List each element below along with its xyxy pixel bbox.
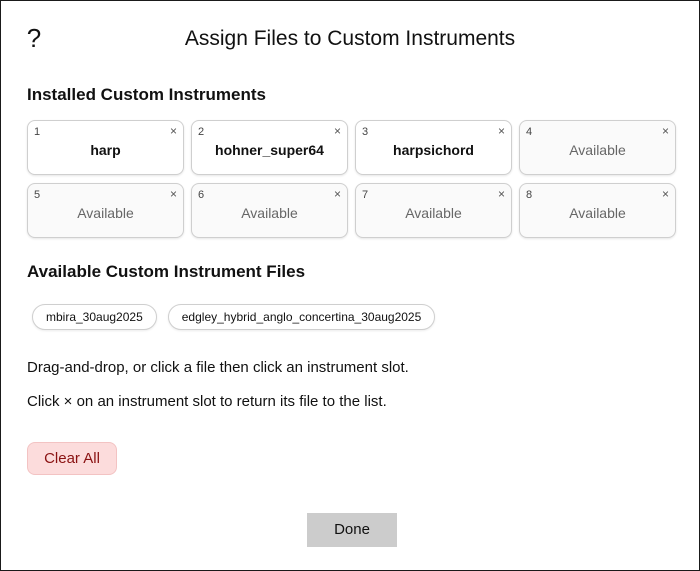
done-button[interactable]: Done [307, 513, 397, 547]
slot-close-icon[interactable]: × [662, 188, 669, 201]
instrument-slot-4[interactable]: 4 × Available [519, 120, 676, 175]
file-chip-concertina[interactable]: edgley_hybrid_anglo_concertina_30aug2025 [167, 304, 436, 330]
slot-number: 8 [526, 189, 533, 201]
instruction-drag-drop: Drag-and-drop, or click a file then clic… [27, 359, 409, 376]
file-chip-mbira[interactable]: mbira_30aug2025 [32, 304, 157, 330]
slot-label: harp [90, 142, 121, 158]
instrument-slots-grid: 1 × harp 2 × hohner_super64 3 × harpsich… [27, 120, 677, 238]
instrument-slot-7[interactable]: 7 × Available [355, 183, 512, 238]
slot-label: Available [241, 205, 298, 221]
instrument-slot-3[interactable]: 3 × harpsichord [355, 120, 512, 175]
slot-number: 3 [362, 126, 369, 138]
slot-number: 5 [34, 189, 41, 201]
slot-label: hohner_super64 [215, 142, 324, 158]
instrument-slot-5[interactable]: 5 × Available [27, 183, 184, 238]
assign-files-dialog: ? Assign Files to Custom Instruments Ins… [0, 0, 700, 571]
slot-number: 7 [362, 189, 369, 201]
slot-close-icon[interactable]: × [170, 188, 177, 201]
slot-label: Available [569, 205, 626, 221]
instrument-slot-6[interactable]: 6 × Available [191, 183, 348, 238]
slot-close-icon[interactable]: × [498, 125, 505, 138]
installed-instruments-heading: Installed Custom Instruments [27, 85, 266, 104]
dialog-title: Assign Files to Custom Instruments [184, 27, 516, 50]
slot-number: 6 [198, 189, 205, 201]
slot-label: Available [405, 205, 462, 221]
slot-number: 2 [198, 126, 205, 138]
slot-close-icon[interactable]: × [170, 125, 177, 138]
available-files-list: mbira_30aug2025 edgley_hybrid_anglo_conc… [32, 304, 436, 330]
available-files-heading: Available Custom Instrument Files [27, 262, 306, 281]
slot-label: Available [569, 142, 626, 158]
slot-close-icon[interactable]: × [498, 188, 505, 201]
slot-number: 4 [526, 126, 533, 138]
instrument-slot-2[interactable]: 2 × hohner_super64 [191, 120, 348, 175]
slot-number: 1 [34, 126, 41, 138]
instrument-slot-8[interactable]: 8 × Available [519, 183, 676, 238]
slot-close-icon[interactable]: × [334, 125, 341, 138]
slot-label: harpsichord [393, 142, 474, 158]
slot-close-icon[interactable]: × [334, 188, 341, 201]
slot-close-icon[interactable]: × [662, 125, 669, 138]
instruction-remove: Click × on an instrument slot to return … [27, 393, 387, 410]
instrument-slot-1[interactable]: 1 × harp [27, 120, 184, 175]
slot-label: Available [77, 205, 134, 221]
clear-all-button[interactable]: Clear All [27, 442, 117, 475]
